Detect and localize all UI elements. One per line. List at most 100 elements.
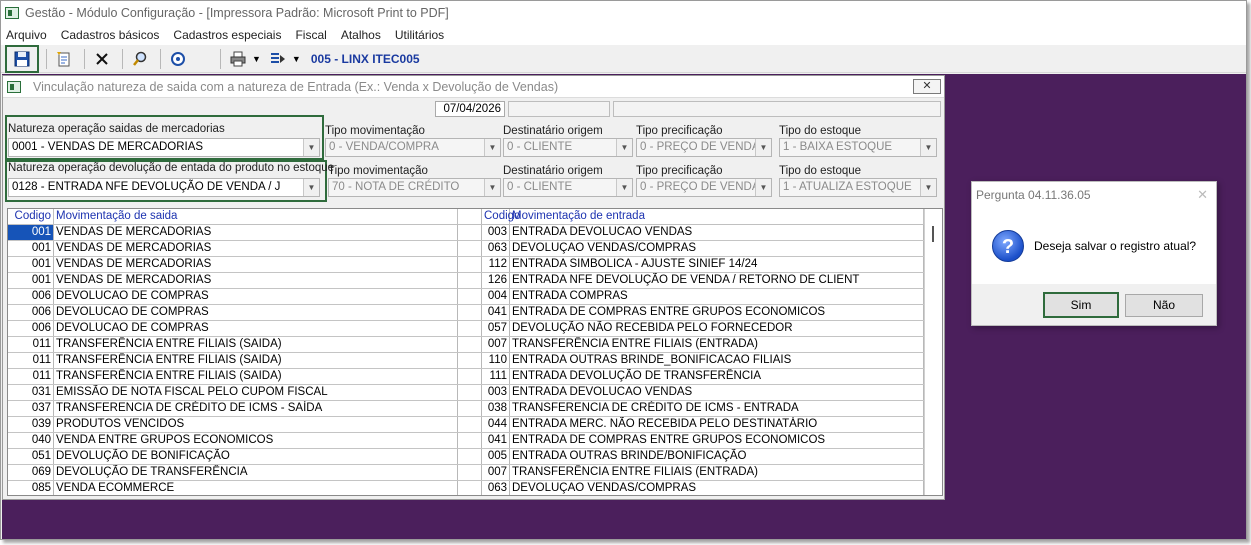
- table-row[interactable]: 001 VENDAS DE MERCADORIAS 063 DEVOLUÇAO VEN…: [8, 241, 942, 257]
- cell-movimentacao-saida[interactable]: TRANSFERÊNCIA ENTRE FILIAIS (SAIDA): [54, 337, 458, 352]
- cell-codigo-saida[interactable]: 039: [8, 417, 54, 432]
- chevron-down-icon[interactable]: ▼: [920, 139, 936, 156]
- cell-codigo-saida[interactable]: 069: [8, 465, 54, 480]
- table-row[interactable]: 006 DEVOLUCAO DE COMPRAS 057 DEVOLUÇÃO NÃO …: [8, 321, 942, 337]
- cell-movimentacao-saida[interactable]: VENDA ENTRE GRUPOS ECONOMICOS: [54, 433, 458, 448]
- chevron-down-icon[interactable]: ▼: [616, 139, 632, 156]
- cell-movimentacao-saida[interactable]: DEVOLUCAO DE COMPRAS: [54, 289, 458, 304]
- cell-codigo-saida[interactable]: 001: [8, 225, 54, 240]
- cell-codigo-entrada[interactable]: 063: [482, 241, 510, 256]
- entrada-dest-select[interactable]: 0 - CLIENTE ▼: [503, 178, 633, 197]
- delete-button[interactable]: [89, 47, 115, 71]
- cell-codigo-entrada[interactable]: 007: [482, 465, 510, 480]
- saida-dest-select[interactable]: 0 - CLIENTE ▼: [503, 138, 633, 157]
- saida-select[interactable]: 0001 - VENDAS DE MERCADORIAS ▼: [8, 138, 320, 157]
- cell-movimentacao-entrada[interactable]: ENTRADA DEVOLUCAO VENDAS: [510, 225, 924, 240]
- cell-movimentacao-saida[interactable]: VENDAS DE MERCADORIAS: [54, 241, 458, 256]
- menu-fiscal[interactable]: Fiscal: [295, 28, 326, 42]
- cell-codigo-saida[interactable]: 001: [8, 257, 54, 272]
- cell-codigo-saida[interactable]: 011: [8, 353, 54, 368]
- close-icon[interactable]: ✕: [1197, 187, 1208, 203]
- table-row[interactable]: 006 DEVOLUCAO DE COMPRAS 041 ENTRADA DE COM…: [8, 305, 942, 321]
- cell-codigo-entrada[interactable]: 038: [482, 401, 510, 416]
- cell-codigo-saida[interactable]: 001: [8, 241, 54, 256]
- export-button[interactable]: [265, 47, 291, 71]
- cell-codigo-entrada[interactable]: 003: [482, 385, 510, 400]
- cell-codigo-saida[interactable]: 031: [8, 385, 54, 400]
- cell-codigo-saida[interactable]: 037: [8, 401, 54, 416]
- chevron-down-icon[interactable]: ▼: [755, 139, 771, 156]
- menu-atalhos[interactable]: Atalhos: [341, 28, 381, 42]
- cell-codigo-saida[interactable]: 006: [8, 289, 54, 304]
- cell-codigo-entrada[interactable]: 005: [482, 449, 510, 464]
- table-row[interactable]: 001 VENDAS DE MERCADORIAS 112 ENTRADA SIMBO…: [8, 257, 942, 273]
- scroll-thumb[interactable]: [932, 226, 934, 242]
- cell-codigo-entrada[interactable]: 041: [482, 433, 510, 448]
- cell-movimentacao-saida[interactable]: VENDAS DE MERCADORIAS: [54, 273, 458, 288]
- cell-codigo-entrada[interactable]: 044: [482, 417, 510, 432]
- table-row[interactable]: 069 DEVOLUÇÃO DE TRANSFERÊNCIA 007 TRANSFER…: [8, 465, 942, 481]
- chevron-down-icon[interactable]: ▼: [484, 139, 500, 156]
- col-movimentacao-entrada[interactable]: Movimentação de entrada: [510, 209, 924, 224]
- print-button[interactable]: [225, 47, 251, 71]
- cell-movimentacao-entrada[interactable]: DEVOLUÇAO VENDAS/COMPRAS: [510, 241, 924, 256]
- cell-movimentacao-saida[interactable]: EMISSÃO DE NOTA FISCAL PELO CUPOM FISCAL: [54, 385, 458, 400]
- entrada-select[interactable]: 0128 - ENTRADA NFE DEVOLUÇÃO DE VENDA / …: [8, 178, 320, 197]
- col-movimentacao-saida[interactable]: Movimentação de saida: [54, 209, 458, 224]
- cell-codigo-entrada[interactable]: 004: [482, 289, 510, 304]
- cell-movimentacao-saida[interactable]: VENDA ECOMMERCE: [54, 481, 458, 495]
- menu-utilitarios[interactable]: Utilitários: [395, 28, 444, 42]
- col-codigo-saida[interactable]: Codigo: [8, 209, 54, 224]
- cell-codigo-entrada[interactable]: 057: [482, 321, 510, 336]
- table-row[interactable]: 040 VENDA ENTRE GRUPOS ECONOMICOS 041 ENTRA…: [8, 433, 942, 449]
- cell-movimentacao-saida[interactable]: VENDAS DE MERCADORIAS: [54, 225, 458, 240]
- entrada-estoque-select[interactable]: 1 - ATUALIZA ESTOQUE ▼: [779, 178, 937, 197]
- cell-movimentacao-entrada[interactable]: DEVOLUÇAO VENDAS/COMPRAS: [510, 481, 924, 495]
- menu-arquivo[interactable]: Arquivo: [6, 28, 47, 42]
- menu-cadastros-basicos[interactable]: Cadastros básicos: [61, 28, 160, 42]
- chevron-down-icon[interactable]: ▼: [484, 179, 500, 196]
- cell-codigo-entrada[interactable]: 111: [482, 369, 510, 384]
- cell-codigo-saida[interactable]: 011: [8, 337, 54, 352]
- table-row[interactable]: 085 VENDA ECOMMERCE 063 DEVOLUÇAO VENDAS/CO…: [8, 481, 942, 495]
- cell-codigo-entrada[interactable]: 041: [482, 305, 510, 320]
- chevron-down-icon[interactable]: ▼: [616, 179, 632, 196]
- cell-codigo-entrada[interactable]: 126: [482, 273, 510, 288]
- cell-codigo-saida[interactable]: 006: [8, 305, 54, 320]
- cell-movimentacao-entrada[interactable]: TRANSFERENCIA DE CRÉDITO DE ICMS - ENTRA…: [510, 401, 924, 416]
- cell-codigo-saida[interactable]: 001: [8, 273, 54, 288]
- new-document-button[interactable]: [51, 47, 77, 71]
- cell-movimentacao-saida[interactable]: VENDAS DE MERCADORIAS: [54, 257, 458, 272]
- table-row[interactable]: 039 PRODUTOS VENCIDOS 044 ENTRADA MERC. NÃO…: [8, 417, 942, 433]
- cell-codigo-entrada[interactable]: 063: [482, 481, 510, 495]
- cell-movimentacao-saida[interactable]: DEVOLUCAO DE COMPRAS: [54, 305, 458, 320]
- saida-tipo-mov-select[interactable]: 0 - VENDA/COMPRA ▼: [325, 138, 501, 157]
- cell-movimentacao-saida[interactable]: TRANSFERENCIA DE CRÉDITO DE ICMS - SAÍDA: [54, 401, 458, 416]
- cell-movimentacao-saida[interactable]: TRANSFERÊNCIA ENTRE FILIAIS (SAIDA): [54, 369, 458, 384]
- cell-codigo-saida[interactable]: 011: [8, 369, 54, 384]
- menu-cadastros-especiais[interactable]: Cadastros especiais: [173, 28, 281, 42]
- cell-movimentacao-entrada[interactable]: ENTRADA MERC. NÃO RECEBIDA PELO DESTINAT…: [510, 417, 924, 432]
- cell-movimentacao-saida[interactable]: DEVOLUÇÃO DE BONIFICAÇÃO: [54, 449, 458, 464]
- col-codigo-entrada[interactable]: Codigo: [482, 209, 520, 224]
- table-row[interactable]: 001 VENDAS DE MERCADORIAS 003 ENTRADA DEVOL…: [8, 225, 942, 241]
- cell-codigo-entrada[interactable]: 003: [482, 225, 510, 240]
- table-row[interactable]: 006 DEVOLUCAO DE COMPRAS 004 ENTRADA COMPRA…: [8, 289, 942, 305]
- entrada-preco-select[interactable]: 0 - PREÇO DE VENDAS ▼: [636, 178, 772, 197]
- saida-estoque-select[interactable]: 1 - BAIXA ESTOQUE ▼: [779, 138, 937, 157]
- cell-codigo-saida[interactable]: 040: [8, 433, 54, 448]
- cell-codigo-entrada[interactable]: 112: [482, 257, 510, 272]
- cell-movimentacao-entrada[interactable]: ENTRADA DE COMPRAS ENTRE GRUPOS ECONOMIC…: [510, 305, 924, 320]
- cell-movimentacao-entrada[interactable]: ENTRADA OUTRAS BRINDE/BONIFICAÇÃO: [510, 449, 924, 464]
- cell-movimentacao-saida[interactable]: PRODUTOS VENCIDOS: [54, 417, 458, 432]
- cell-movimentacao-saida[interactable]: TRANSFERÊNCIA ENTRE FILIAIS (SAIDA): [54, 353, 458, 368]
- cell-movimentacao-entrada[interactable]: ENTRADA DEVOLUCAO VENDAS: [510, 385, 924, 400]
- cell-movimentacao-entrada[interactable]: ENTRADA DEVOLUÇÃO DE TRANSFERÊNCIA: [510, 369, 924, 384]
- info-button[interactable]: [165, 47, 191, 71]
- cell-codigo-entrada[interactable]: 007: [482, 337, 510, 352]
- cell-movimentacao-entrada[interactable]: TRANSFERÊNCIA ENTRE FILIAIS (ENTRADA): [510, 337, 924, 352]
- cell-movimentacao-saida[interactable]: DEVOLUÇÃO DE TRANSFERÊNCIA: [54, 465, 458, 480]
- entrada-tipo-mov-select[interactable]: 70 - NOTA DE CRÉDITO ▼: [328, 178, 501, 197]
- close-button[interactable]: ✕: [913, 79, 941, 94]
- search-button[interactable]: [127, 47, 153, 71]
